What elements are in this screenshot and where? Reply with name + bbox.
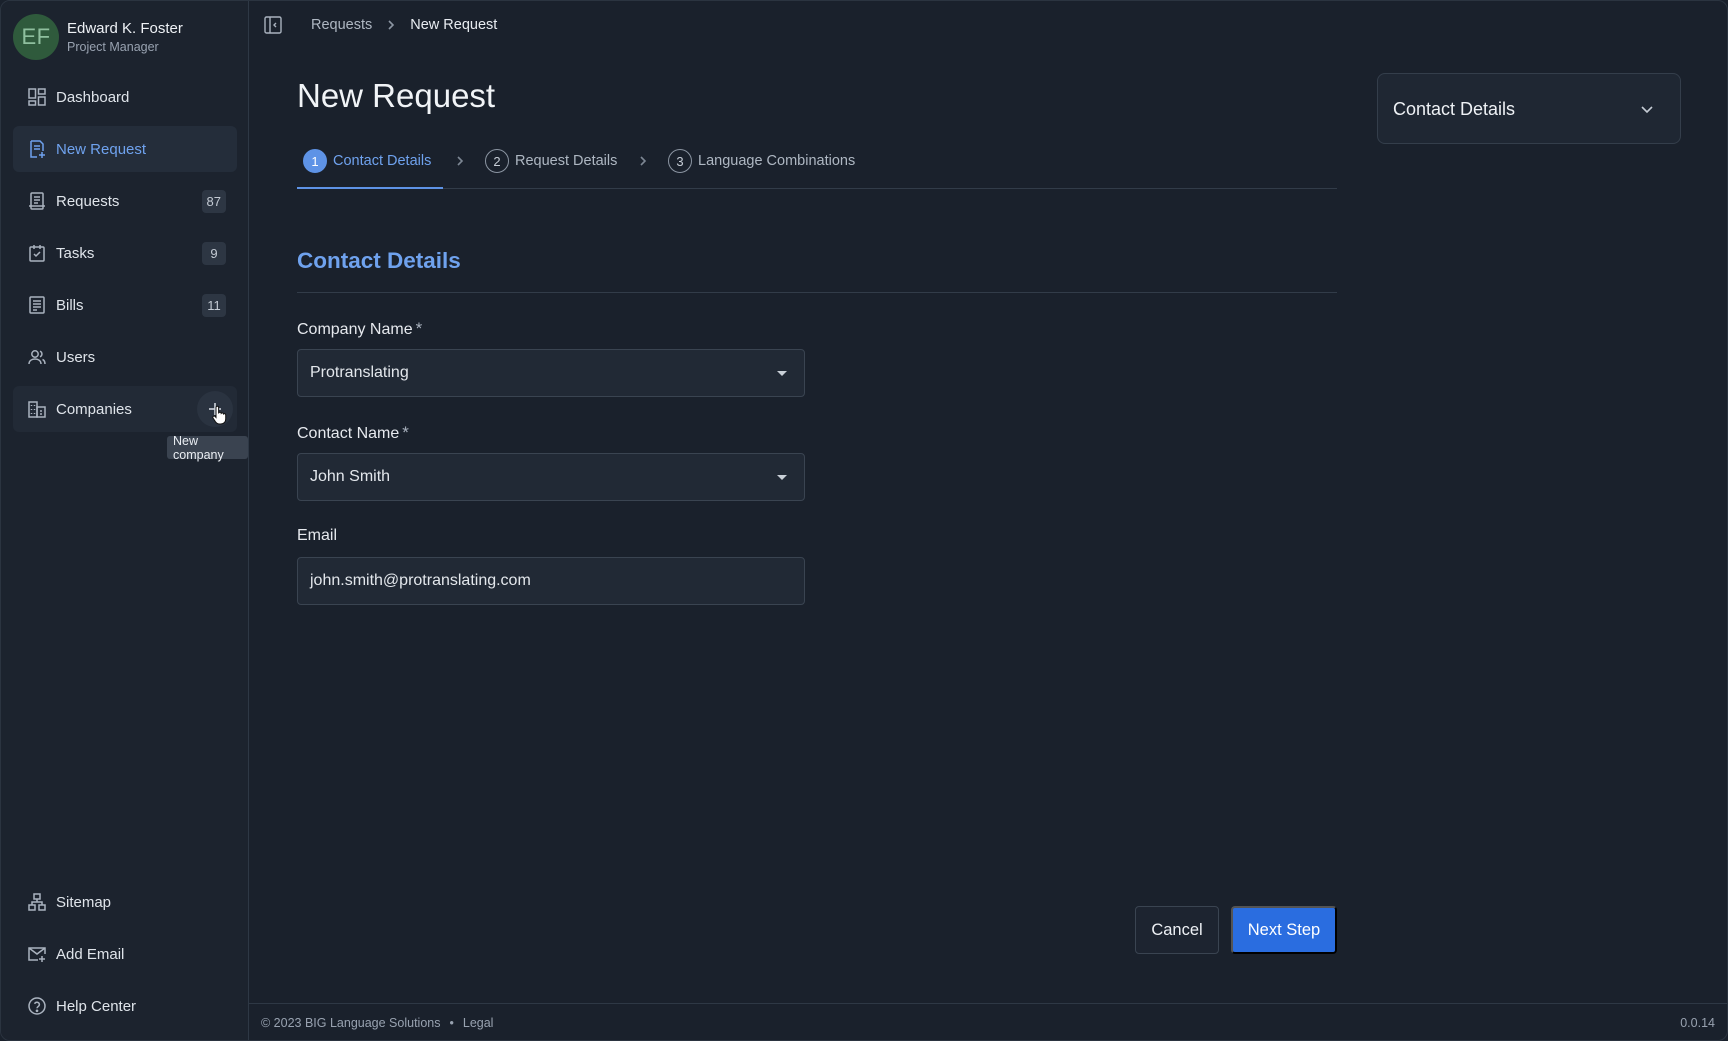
page-title: New Request	[297, 77, 496, 114]
caret-down-icon	[777, 475, 787, 480]
sidebar-item-label: Add Email	[56, 945, 125, 963]
breadcrumb-current: New Request	[410, 17, 498, 33]
next-step-button[interactable]: Next Step	[1231, 906, 1337, 954]
tasks-icon	[26, 242, 48, 264]
step-label: Language Combinations	[698, 153, 856, 169]
section-title: Contact Details	[297, 248, 461, 273]
sidebar-item-add-email[interactable]: Add Email	[13, 931, 237, 977]
required-mark: *	[402, 423, 409, 442]
sidebar-item-label: Dashboard	[56, 88, 130, 106]
sidebar-item-sitemap[interactable]: Sitemap	[13, 879, 237, 925]
chevron-right-icon	[636, 154, 650, 168]
chevron-right-icon	[453, 154, 467, 168]
footer-separator: •	[449, 1016, 454, 1030]
breadcrumb: Requests New Request	[283, 17, 497, 33]
sidebar-item-companies[interactable]: Companies	[13, 386, 237, 432]
version-text: 0.0.14	[1680, 1016, 1715, 1030]
section-divider	[297, 292, 1337, 293]
sidebar-toggle-icon	[264, 16, 282, 34]
step-language-combinations[interactable]: 3 Language Combinations	[668, 149, 855, 173]
email-field[interactable]: john.smith@protranslating.com	[297, 557, 805, 605]
companies-icon	[26, 398, 48, 420]
sidebar-item-label: Help Center	[56, 997, 137, 1015]
requests-count-badge: 87	[201, 190, 226, 213]
user-profile[interactable]: EF Edward K. Foster Project Manager	[13, 13, 183, 61]
step-number: 1	[303, 149, 327, 173]
panel-title: Contact Details	[1393, 99, 1516, 119]
sidebar-item-label: Bills	[56, 296, 84, 314]
sidebar-item-dashboard[interactable]: Dashboard	[13, 74, 237, 120]
email-value: john.smith@protranslating.com	[310, 572, 531, 589]
new-company-tooltip: New company	[167, 434, 248, 462]
requests-icon	[26, 190, 48, 212]
sidebar-item-help-center[interactable]: Help Center	[13, 983, 237, 1029]
footer: © 2023 BIG Language Solutions • Legal 0.…	[249, 1003, 1727, 1040]
stepper: 1 Contact Details 2 Request Details 3 La…	[297, 145, 1337, 189]
sidebar-item-label: New Request	[56, 140, 147, 158]
step-number: 2	[485, 149, 509, 173]
add-email-icon	[26, 943, 48, 965]
step-label: Request Details	[515, 153, 618, 169]
app-window: EF Edward K. Foster Project Manager Dash…	[0, 0, 1728, 1041]
sidebar-item-users[interactable]: Users	[13, 334, 237, 380]
legal-link[interactable]: Legal	[463, 1016, 494, 1030]
sidebar-item-label: Users	[56, 348, 96, 366]
company-name-value: Protranslating	[310, 364, 409, 381]
sidebar-toggle-button[interactable]	[263, 15, 283, 35]
active-step-indicator	[297, 187, 443, 189]
users-icon	[26, 346, 48, 368]
contact-details-panel[interactable]: Contact Details	[1377, 73, 1681, 144]
bills-icon	[26, 294, 48, 316]
step-label: Contact Details	[333, 153, 432, 169]
sidebar-item-requests[interactable]: Requests 87	[13, 178, 237, 224]
email-label: Email	[297, 527, 338, 544]
chevron-right-icon	[384, 18, 398, 32]
sitemap-icon	[26, 891, 48, 913]
avatar: EF	[13, 14, 59, 60]
contact-name-select[interactable]: John Smith	[297, 453, 805, 501]
bills-count-badge: 11	[202, 294, 226, 317]
chevron-down-icon	[1638, 100, 1656, 118]
sidebar-item-label: Sitemap	[56, 893, 112, 911]
sidebar-item-new-request[interactable]: New Request	[13, 126, 237, 172]
dashboard-icon	[26, 86, 48, 108]
caret-down-icon	[777, 371, 787, 376]
breadcrumb-requests-link[interactable]: Requests	[311, 17, 372, 33]
sidebar-item-label: Companies	[56, 400, 132, 418]
tasks-count-badge: 9	[202, 242, 226, 265]
new-request-icon	[26, 138, 48, 160]
company-name-select[interactable]: Protranslating	[297, 349, 805, 397]
required-mark: *	[415, 319, 423, 338]
hand-cursor-icon	[212, 405, 227, 425]
contact-name-value: John Smith	[310, 468, 391, 485]
company-name-label: Company Name *	[297, 319, 423, 338]
sidebar-item-label: Requests	[56, 192, 120, 210]
copyright-text: © 2023 BIG Language Solutions	[261, 1016, 441, 1030]
sidebar: EF Edward K. Foster Project Manager Dash…	[1, 1, 249, 1040]
user-role: Project Manager	[67, 39, 159, 54]
sidebar-item-tasks[interactable]: Tasks 9	[13, 230, 237, 276]
top-bar: Requests New Request	[249, 1, 1727, 49]
step-contact-details[interactable]: 1 Contact Details	[303, 149, 431, 173]
step-number: 3	[668, 149, 692, 173]
user-name: Edward K. Foster	[67, 19, 183, 37]
sidebar-item-bills[interactable]: Bills 11	[13, 282, 237, 328]
help-icon	[26, 995, 48, 1017]
cancel-button[interactable]: Cancel	[1135, 906, 1219, 954]
contact-name-label: Contact Name *	[297, 423, 409, 442]
sidebar-item-label: Tasks	[56, 244, 95, 262]
step-request-details[interactable]: 2 Request Details	[485, 149, 617, 173]
